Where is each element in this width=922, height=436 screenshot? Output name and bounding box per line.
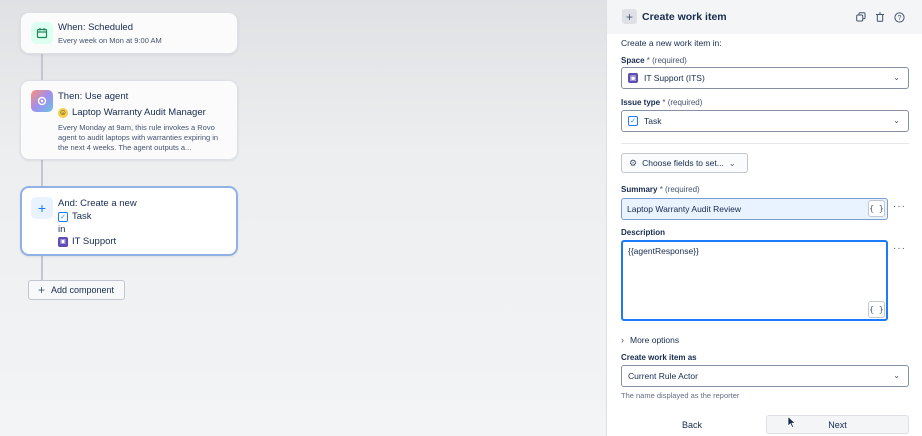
action-space-row: ▣ IT Support: [58, 236, 116, 247]
smart-value-button[interactable]: { }: [868, 301, 885, 318]
description-more-icon[interactable]: ···: [893, 243, 906, 254]
summary-input[interactable]: Laptop Warranty Audit Review: [621, 198, 888, 220]
more-options-toggle[interactable]: › More options: [621, 335, 679, 345]
svg-text:?: ?: [897, 15, 901, 22]
action-type: Task: [72, 211, 92, 222]
create-work-item-panel: + Create work item ? Create a new work i…: [606, 0, 922, 436]
space-select[interactable]: ▣ IT Support (ITS) ⌄: [621, 67, 909, 89]
calendar-icon: [31, 22, 53, 44]
trigger-title: When: Scheduled: [58, 22, 133, 33]
chevron-down-icon: ⌄: [728, 158, 736, 168]
chevron-down-icon: ⌄: [893, 116, 900, 125]
summary-required: * (required): [657, 185, 700, 194]
task-icon: ✓: [58, 211, 68, 222]
summary-label: Summary * (required): [621, 185, 700, 194]
mouse-cursor-icon: [787, 416, 797, 428]
section-divider: [621, 143, 909, 144]
panel-header: + Create work item ?: [607, 0, 922, 34]
agent-card[interactable]: Then: Use agent ☺ Laptop Warranty Audit …: [20, 80, 238, 160]
create-as-label: Create work item as: [621, 353, 697, 362]
issue-type-select[interactable]: ✓ Task ⌄: [621, 110, 909, 132]
more-options-label: More options: [630, 335, 680, 345]
issue-type-label-text: Issue type: [621, 98, 661, 107]
space-icon: ▣: [58, 236, 68, 247]
create-as-select[interactable]: Current Rule Actor ⌄: [621, 365, 909, 387]
flow-connector: [41, 160, 43, 186]
create-as-value: Current Rule Actor: [628, 371, 698, 381]
space-required: * (required): [644, 56, 687, 65]
trash-icon[interactable]: [874, 11, 886, 23]
space-label-text: Space: [621, 56, 645, 65]
back-button[interactable]: Back: [621, 415, 763, 434]
create-as-help: The name displayed as the reporter: [621, 391, 740, 400]
emoji-icon: ☺: [58, 107, 68, 118]
space-label: Space * (required): [621, 56, 687, 65]
create-as-label-text: Create work item as: [621, 353, 697, 362]
description-label-text: Description: [621, 228, 666, 237]
trigger-schedule: Every week on Mon at 9:00 AM: [58, 36, 162, 45]
automation-canvas: When: Scheduled Every week on Mon at 9:0…: [0, 0, 606, 436]
plus-icon: +: [31, 197, 53, 219]
summary-label-text: Summary: [621, 185, 658, 194]
help-icon[interactable]: ?: [893, 11, 905, 23]
summary-more-icon[interactable]: ···: [893, 201, 906, 212]
description-label: Description: [621, 228, 665, 237]
agent-name-row: ☺ Laptop Warranty Audit Manager: [58, 107, 206, 118]
agent-description: Every Monday at 9am, this rule invokes a…: [58, 123, 219, 152]
choose-fields-button[interactable]: ⚙ Choose fields to set... ⌄: [621, 153, 748, 173]
chevron-right-icon: ›: [621, 335, 624, 345]
chevron-down-icon: ⌄: [893, 371, 900, 380]
chevron-down-icon: ⌄: [893, 73, 900, 82]
plus-icon: +: [622, 9, 637, 24]
trigger-card[interactable]: When: Scheduled Every week on Mon at 9:0…: [20, 12, 238, 54]
copy-icon[interactable]: [855, 11, 867, 23]
plus-icon: +: [38, 283, 46, 297]
issue-type-required: * (required): [660, 98, 703, 107]
task-icon: ✓: [628, 116, 638, 126]
add-component-label: Add component: [51, 285, 115, 295]
action-space: IT Support: [72, 236, 117, 247]
description-input[interactable]: {{agentResponse}}: [621, 240, 888, 321]
panel-intro: Create a new work item in:: [621, 38, 722, 48]
panel-title: Create work item: [642, 11, 727, 23]
action-title: And: Create a new: [58, 198, 137, 209]
action-card[interactable]: + And: Create a new ✓ Task in ▣ IT Suppo…: [20, 186, 238, 256]
issue-type-value: Task: [644, 116, 662, 126]
action-type-row: ✓ Task: [58, 211, 92, 222]
agent-icon: [31, 90, 53, 112]
space-value: IT Support (ITS): [644, 73, 705, 83]
smart-value-button[interactable]: { }: [868, 200, 885, 217]
add-component-button[interactable]: + Add component: [28, 280, 125, 300]
agent-step-title: Then: Use agent: [58, 91, 129, 102]
choose-fields-label: Choose fields to set...: [642, 158, 724, 168]
flow-connector: [41, 54, 43, 80]
gear-icon: ⚙: [629, 157, 638, 168]
agent-name: Laptop Warranty Audit Manager: [72, 107, 206, 118]
flow-connector: [41, 256, 43, 280]
space-icon: ▣: [628, 73, 638, 83]
action-preposition: in: [58, 224, 66, 235]
issue-type-label: Issue type * (required): [621, 98, 702, 107]
